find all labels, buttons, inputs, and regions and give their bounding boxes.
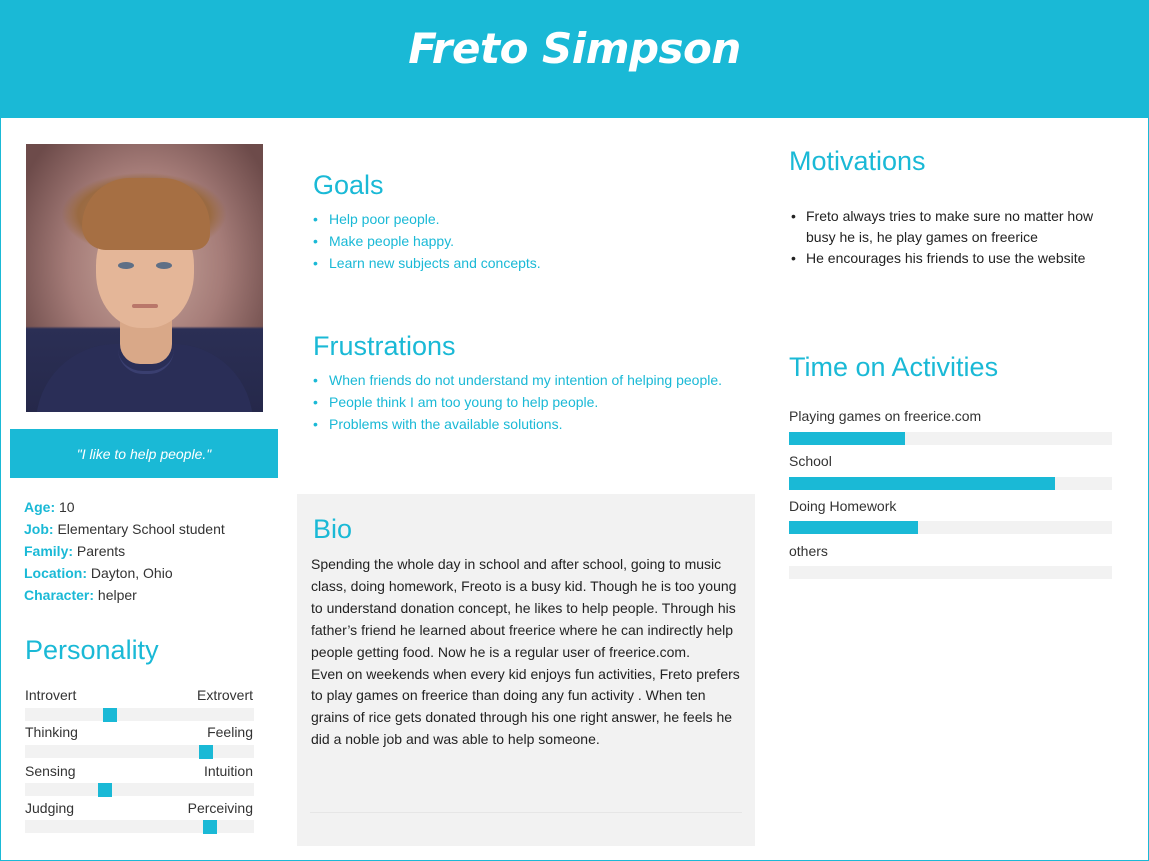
fact-family: Family: Parents: [24, 543, 126, 559]
activity-label: Doing Homework: [789, 498, 897, 514]
list-item: He encourages his friends to use the web…: [790, 248, 1120, 269]
activity-bar: [789, 432, 1112, 445]
list-item: Help poor people.: [313, 208, 733, 230]
activity-bar-fill: [789, 432, 906, 445]
bio-title: Bio: [313, 514, 353, 544]
bio-paragraph: Even on weekends when every kid enjoys f…: [311, 665, 740, 748]
activity-bar: [789, 477, 1112, 490]
trait-right-label: Perceiving: [187, 800, 253, 816]
trait-slider: [25, 783, 254, 797]
activity-label: Playing games on freerice.com: [789, 408, 982, 424]
goals-title: Goals: [313, 170, 384, 200]
frustrations-title: Frustrations: [313, 331, 456, 361]
trait-slider: [25, 745, 254, 759]
list-item: Learn new subjects and concepts.: [313, 252, 733, 274]
trait-slider: [25, 708, 254, 722]
trait-left-label: Introvert: [25, 687, 77, 703]
trait-slider: [25, 820, 254, 834]
list-item: People think I am too young to help peop…: [313, 391, 723, 413]
bio-text: Spending the whole day in school and aft…: [311, 554, 743, 751]
trait-knob: [198, 745, 213, 759]
persona-facts: Age: 10 Job: Elementary School student F…: [24, 496, 225, 606]
activity-bar-fill: [789, 477, 1056, 490]
activities-title: Time on Activities: [789, 352, 999, 382]
list-item: Make people happy.: [313, 230, 733, 252]
activity-bar: [789, 566, 1112, 579]
trait-right-label: Feeling: [207, 724, 253, 740]
header-banner: Freto Simpson: [0, 0, 1149, 118]
goals-list: Help poor people. Make people happy. Lea…: [313, 208, 733, 274]
trait-knob: [203, 820, 218, 834]
trait-knob: [98, 783, 113, 797]
fact-location: Location: Dayton, Ohio: [24, 565, 173, 581]
trait-left-label: Thinking: [25, 724, 78, 740]
activity-label: others: [789, 543, 828, 559]
divider: [310, 812, 742, 813]
personality-title: Personality: [25, 635, 159, 665]
fact-character: Character: helper: [24, 587, 137, 603]
persona-name: Freto Simpson: [408, 24, 741, 73]
trait-right-label: Intuition: [203, 763, 253, 779]
activity-bar-fill: [789, 521, 919, 534]
list-item: Freto always tries to make sure no matte…: [790, 206, 1120, 248]
list-item: When friends do not understand my intent…: [313, 369, 723, 391]
list-item: Problems with the available solutions.: [313, 413, 723, 435]
trait-left-label: Sensing: [25, 763, 76, 779]
motivations-list: Freto always tries to make sure no matte…: [790, 206, 1120, 269]
persona-photo: [26, 144, 263, 412]
fact-job: Job: Elementary School student: [24, 521, 225, 537]
fact-age: Age: 10: [24, 499, 75, 515]
frustrations-list: When friends do not understand my intent…: [313, 369, 723, 435]
trait-knob: [102, 708, 117, 722]
activity-label: School: [789, 453, 832, 469]
trait-right-label: Extrovert: [196, 687, 253, 703]
persona-quote: "I like to help people.": [10, 429, 278, 478]
activity-bar: [789, 521, 1112, 534]
quote-text: "I like to help people.": [76, 445, 212, 462]
motivations-title: Motivations: [789, 146, 926, 176]
bio-paragraph: Spending the whole day in school and aft…: [311, 556, 737, 660]
trait-left-label: Judging: [25, 800, 75, 816]
